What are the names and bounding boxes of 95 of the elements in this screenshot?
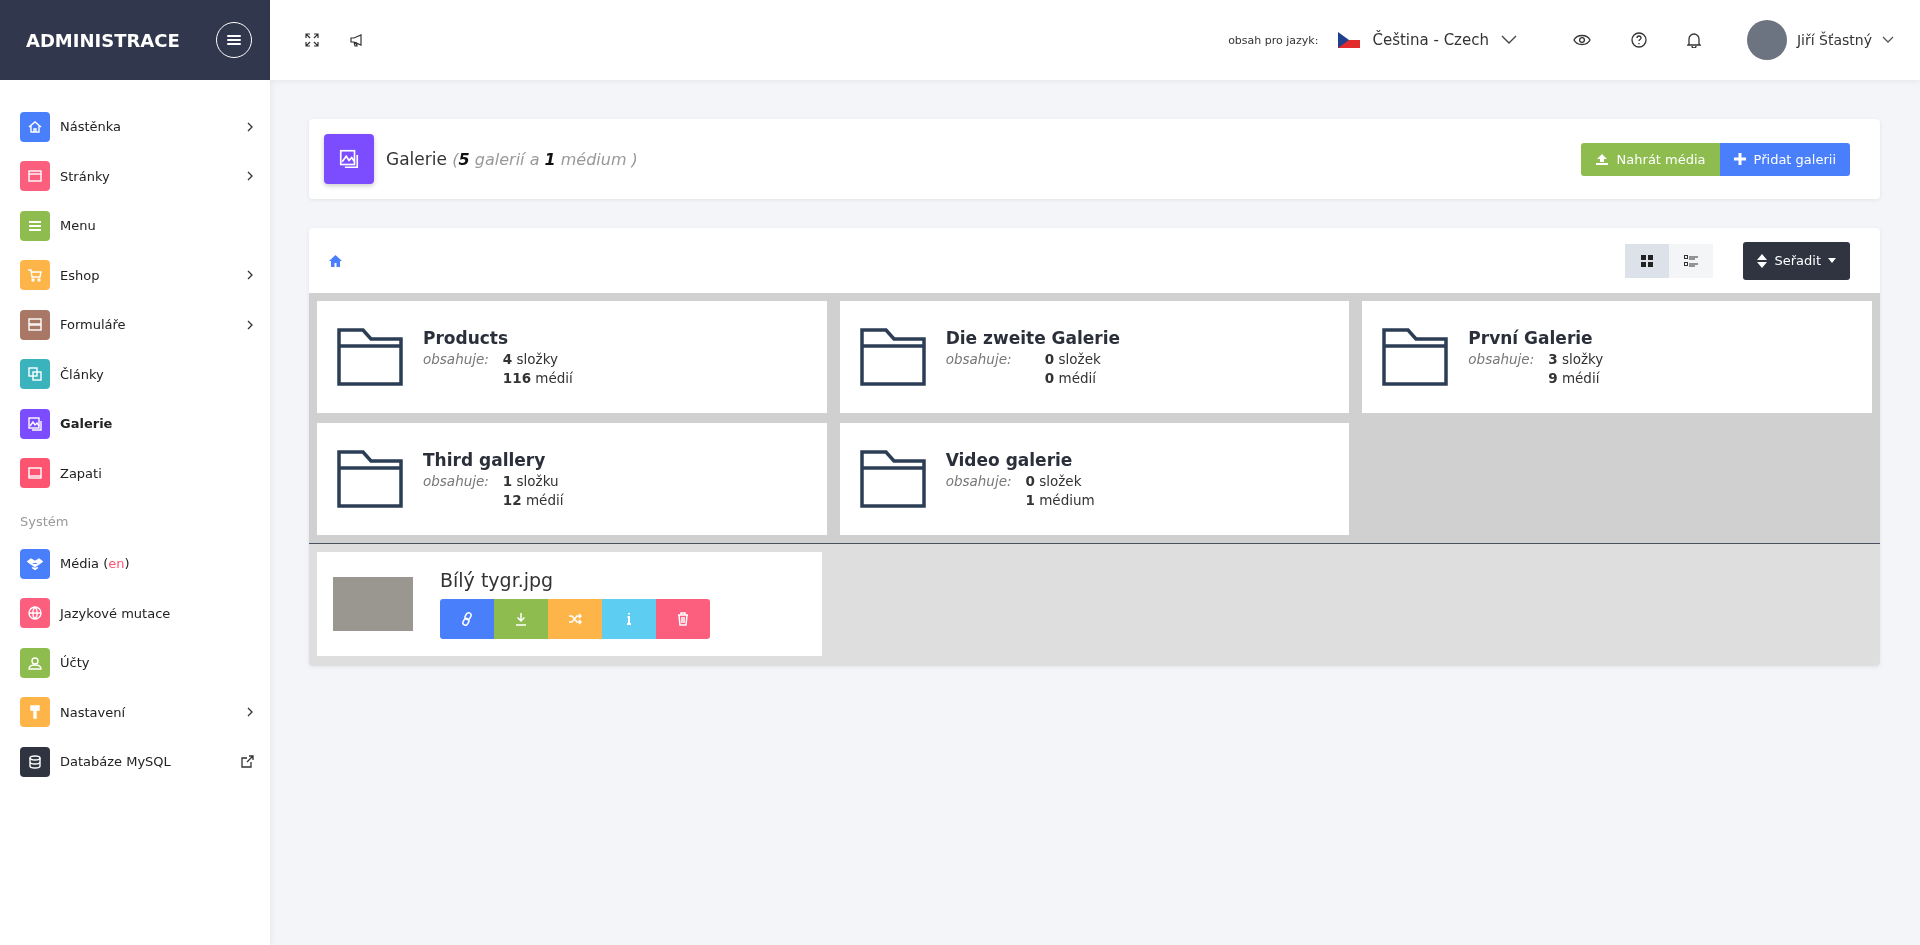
sidebar-item-label: Účty (60, 655, 91, 671)
sidebar-item[interactable]: Eshop (0, 250, 270, 300)
folder-icon (859, 328, 926, 386)
media-count: 116 médií (502, 370, 573, 386)
folder-name: Products (423, 328, 510, 348)
sidebar-item-label: Nastavení (60, 704, 127, 720)
sort-icon (1757, 253, 1768, 268)
shuffle-icon (568, 612, 582, 626)
sidebar-item-label: Galerie (60, 416, 114, 432)
caret-icon (1828, 258, 1836, 263)
fullscreen-icon[interactable] (305, 33, 319, 47)
chevron-down-icon (1882, 36, 1894, 44)
sidebar-item-label: Stránky (60, 168, 111, 184)
sort-button[interactable]: Seřadit (1743, 241, 1850, 280)
media-count: 0 médií (1044, 370, 1098, 386)
media-name: Bílý tygr.jpg (440, 569, 555, 591)
sidebar-item-label: Jazykové mutace (60, 605, 172, 621)
sidebar-item[interactable]: Formuláře (0, 300, 270, 350)
language-label: obsah pro jazyk: (1228, 33, 1319, 47)
media-count: 12 médií (502, 492, 564, 508)
brand-title: ADMINISTRACE (26, 29, 180, 51)
megaphone-icon[interactable] (349, 33, 365, 47)
folder-card[interactable]: Third gallery obsahuje: 1 složku 12 médií (317, 423, 827, 535)
sidebar-item-label: Databáze MySQL (60, 754, 172, 770)
sidebar-item-label: Menu (60, 218, 97, 234)
contains-label: obsahuje: (423, 351, 489, 367)
folder-name: Video galerie (945, 450, 1074, 470)
trash-icon (676, 612, 690, 626)
sidebar-item-label: Formuláře (60, 317, 127, 333)
section-heading: Systém (19, 513, 70, 531)
upload-icon (1594, 153, 1609, 165)
sidebar-item[interactable]: Články (0, 349, 270, 399)
folder-icon (1382, 328, 1449, 386)
contains-label: obsahuje: (1468, 351, 1535, 367)
folder-name: Die zweite Galerie (945, 328, 1121, 348)
chevron-right-icon (246, 269, 254, 282)
folder-count: 0 složek (1025, 473, 1083, 489)
folder-card[interactable]: Die zweite Galerie obsahuje: 0 složek 0 médií (839, 301, 1350, 413)
sidebar-item[interactable]: Databáze MySQL (0, 737, 270, 787)
grid-icon (1641, 254, 1654, 267)
chevron-right-icon (246, 120, 254, 133)
folder-card[interactable]: Products obsahuje: 4 složky 116 médií (317, 301, 827, 413)
avatar (1747, 20, 1787, 60)
user-menu[interactable]: Jiří Šťastný (1741, 19, 1900, 61)
gallery-icon (324, 134, 374, 184)
folder-icon (337, 450, 403, 508)
folder-count: 3 složky (1548, 351, 1604, 367)
eye-icon[interactable] (1573, 34, 1591, 46)
add-gallery-button[interactable]: Přidat galerii (1719, 142, 1850, 176)
media-count: 1 médium (1025, 492, 1095, 508)
sidebar-item[interactable]: Menu (0, 201, 270, 251)
folder-name: Third gallery (423, 450, 547, 470)
grid-view-button[interactable] (1625, 243, 1670, 278)
sidebar-item[interactable]: Nástěnka (0, 102, 270, 152)
contains-label: obsahuje: (945, 351, 1013, 367)
sidebar-item[interactable]: Galerie (0, 399, 270, 449)
folder-count: 1 složku (502, 473, 560, 489)
flag-icon (1338, 32, 1361, 48)
chevron-right-icon (246, 318, 254, 331)
sidebar-item[interactable]: Jazykové mutace (0, 588, 270, 638)
folder-name: První Galerie (1468, 328, 1594, 348)
language-dropdown[interactable]: Čeština - Czech (1332, 30, 1523, 50)
folder-card[interactable]: Video galerie obsahuje: 0 složek 1 médium (839, 423, 1350, 535)
folder-count: 0 složek (1044, 351, 1102, 367)
contains-label: obsahuje: (423, 473, 489, 489)
sidebar-item[interactable]: Stránky (0, 151, 270, 201)
sidebar-item-label: Eshop (60, 267, 101, 283)
sidebar-item[interactable]: Média (en) (0, 539, 270, 589)
chevron-right-icon (246, 170, 254, 183)
sidebar-item[interactable]: Účty (0, 638, 270, 688)
sidebar-item-label: Zapati (60, 465, 103, 481)
bell-icon[interactable] (1687, 32, 1701, 48)
sidebar-item-label: Média (en) (60, 556, 131, 572)
media-count: 9 médií (1548, 370, 1601, 386)
folder-icon (859, 450, 926, 508)
home-icon[interactable] (329, 254, 342, 267)
folder-card[interactable]: První Galerie obsahuje: 3 složky 9 médií (1362, 301, 1872, 413)
chevron-right-icon (246, 706, 254, 719)
download-icon (514, 612, 528, 626)
sidebar-item-label: Články (60, 366, 105, 382)
folder-count: 4 složky (502, 351, 559, 367)
link-button[interactable] (440, 599, 494, 639)
external-link-icon (241, 755, 254, 769)
sidebar-item-label: Nástěnka (60, 119, 123, 135)
menu-icon (227, 34, 241, 46)
contains-label: obsahuje: (945, 473, 1012, 489)
plus-icon (1733, 153, 1746, 165)
sidebar-item[interactable]: Nastavení (0, 687, 270, 737)
chevron-down-icon (1501, 35, 1517, 45)
sidebar-item[interactable]: Zapati (0, 448, 270, 498)
page-title: Galerie (5 galerií a 1 médium ) (386, 149, 638, 169)
list-icon (1684, 254, 1699, 267)
folder-icon (337, 328, 403, 386)
link-icon (460, 612, 474, 626)
help-icon[interactable] (1631, 32, 1647, 48)
